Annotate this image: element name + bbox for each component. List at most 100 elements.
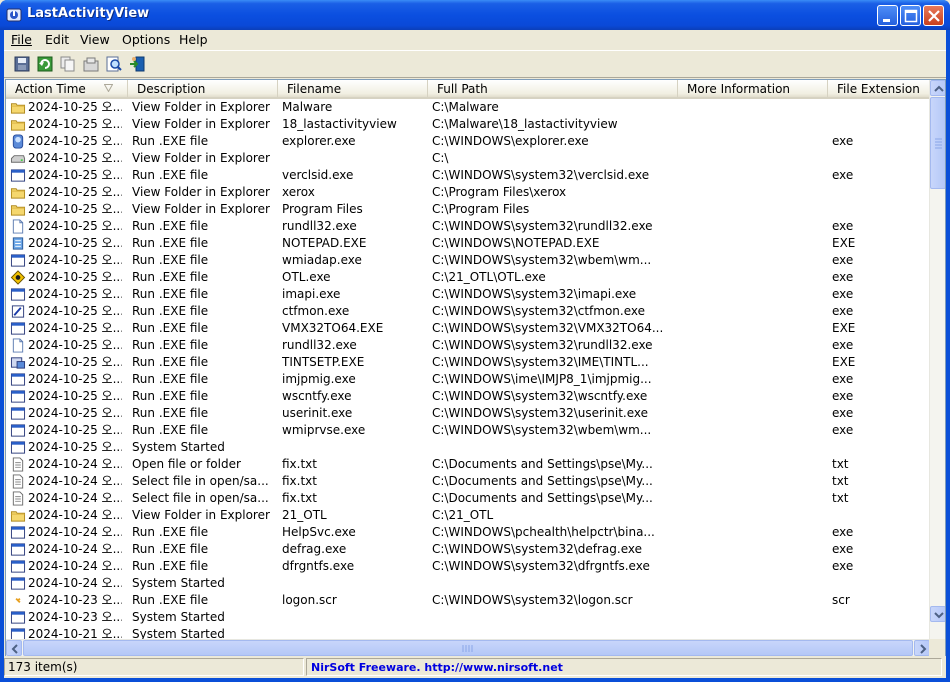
table-row[interactable]: 2024-10-23 오... System Started (6, 609, 931, 626)
cell-action-time: 2024-10-25 오... (28, 372, 122, 386)
table-row[interactable]: 2024-10-24 오... Open file or folder fix.tx… (6, 456, 931, 473)
table-row[interactable]: 2024-10-23 오... Run .EXE file logon.scr C:\… (6, 592, 931, 609)
table-row[interactable]: 2024-10-25 오... Run .EXE file wscntfy.exe C… (6, 388, 931, 405)
window-icon (10, 322, 26, 335)
table-row[interactable]: 2024-10-25 오... Run .EXE file userinit.exe… (6, 405, 931, 422)
window-title: LastActivityView (27, 6, 150, 21)
exit-icon[interactable] (128, 55, 146, 73)
cell-filename: wmiprvse.exe (282, 423, 366, 437)
vertical-scrollbar[interactable] (929, 80, 945, 639)
menu-bar: File Edit View Options Help (4, 30, 946, 50)
cell-description: System Started (132, 610, 225, 624)
vertical-scroll-thumb[interactable] (930, 97, 945, 189)
cell-filename: fix.txt (282, 474, 317, 488)
table-row[interactable]: 2024-10-21 오... System Started (6, 626, 931, 639)
table-row[interactable]: 2024-10-25 오... Run .EXE file explorer.exe… (6, 133, 931, 150)
table-row[interactable]: 2024-10-25 오... Run .EXE file ctfmon.exe C:… (6, 303, 931, 320)
minimize-button[interactable] (877, 5, 898, 26)
horizontal-scrollbar[interactable] (6, 639, 931, 656)
text-icon (12, 491, 24, 506)
folder-icon (10, 120, 26, 131)
table-row[interactable]: 2024-10-25 오... Run .EXE file rundll32.exe… (6, 218, 931, 235)
table-row[interactable]: 2024-10-25 오... Run .EXE file OTL.exe C:\21… (6, 269, 931, 286)
table-row[interactable]: 2024-10-25 오... Run .EXE file wmiprvse.exe… (6, 422, 931, 439)
table-row[interactable]: 2024-10-25 오... View Folder in Explorer 18… (6, 116, 931, 133)
find-icon[interactable] (105, 55, 123, 73)
column-action-time[interactable]: Action Time (6, 80, 128, 97)
window-icon (10, 390, 26, 403)
cell-action-time: 2024-10-25 오... (28, 185, 122, 199)
table-row[interactable]: 2024-10-24 오... System Started (6, 575, 931, 592)
cell-action-time: 2024-10-25 오... (28, 100, 122, 114)
scroll-down-button[interactable] (930, 606, 945, 622)
table-row[interactable]: 2024-10-25 오... Run .EXE file rundll32.exe… (6, 337, 931, 354)
close-button[interactable] (923, 5, 944, 26)
cell-description: View Folder in Explorer (132, 151, 270, 165)
folder-icon (10, 511, 26, 522)
logon-icon (13, 596, 23, 605)
grip-icon (462, 645, 473, 652)
copy-icon[interactable] (59, 55, 77, 73)
cell-action-time: 2024-10-24 오... (28, 525, 122, 539)
menu-options-label: Options (122, 32, 171, 47)
table-row[interactable]: 2024-10-25 오... View Folder in Explorer xe… (6, 184, 931, 201)
cell-action-time: 2024-10-25 오... (28, 219, 122, 233)
table-row[interactable]: 2024-10-25 오... Run .EXE file imjpmig.exe C… (6, 371, 931, 388)
explorer-icon (12, 134, 24, 149)
scroll-right-button[interactable] (914, 640, 930, 656)
column-file-extension-label: File Extension (837, 82, 920, 96)
table-row[interactable]: 2024-10-25 오... Run .EXE file verclsid.exe… (6, 167, 931, 184)
maximize-button[interactable] (900, 5, 921, 26)
column-more-information[interactable]: More Information (678, 80, 828, 97)
cell-description: Select file in open/sa... (132, 474, 269, 488)
menu-file[interactable]: File (11, 32, 32, 47)
menu-options[interactable]: Options (122, 32, 170, 47)
cell-full-path: C:\WINDOWS\system32\wbem\wm... (432, 423, 652, 437)
table-row[interactable]: 2024-10-25 오... View Folder in Explorer Pr… (6, 201, 931, 218)
save-icon[interactable] (13, 55, 31, 73)
cell-description: Run .EXE file (132, 593, 209, 607)
menu-view[interactable]: View (80, 32, 110, 47)
title-bar[interactable]: LastActivityView (0, 0, 950, 30)
table-row[interactable]: 2024-10-25 오... System Started (6, 439, 931, 456)
table-row[interactable]: 2024-10-25 오... View Folder in Explorer Ma… (6, 99, 931, 116)
column-file-extension[interactable]: File Extension (828, 80, 931, 97)
cell-full-path: C:\WINDOWS\system32\wbem\wm... (432, 253, 652, 267)
activity-list[interactable]: Action Time Description Filename Full Pa… (5, 79, 946, 657)
table-row[interactable]: 2024-10-24 오... Select file in open/sa...… (6, 473, 931, 490)
status-item-count: 173 item(s) (4, 658, 304, 676)
status-credit[interactable]: NirSoft Freeware. http://www.nirsoft.net (306, 658, 942, 676)
column-filename[interactable]: Filename (278, 80, 428, 97)
window-icon (10, 288, 26, 301)
table-row[interactable]: 2024-10-24 오... Run .EXE file HelpSvc.exe C… (6, 524, 931, 541)
properties-icon[interactable] (82, 55, 100, 73)
cell-description: View Folder in Explorer (132, 185, 270, 199)
maximize-icon (904, 9, 918, 23)
table-row[interactable]: 2024-10-24 오... Run .EXE file dfrgntfs.exe… (6, 558, 931, 575)
table-row[interactable]: 2024-10-25 오... Run .EXE file TINTSETP.EXE… (6, 354, 931, 371)
table-row[interactable]: 2024-10-24 오... Run .EXE file defrag.exe C:… (6, 541, 931, 558)
cell-file-extension: exe (832, 559, 854, 573)
cell-description: View Folder in Explorer (132, 100, 270, 114)
table-row[interactable]: 2024-10-25 오... Run .EXE file NOTEPAD.EXE C… (6, 235, 931, 252)
table-row[interactable]: 2024-10-25 오... Run .EXE file VMX32TO64.EX… (6, 320, 931, 337)
cell-action-time: 2024-10-23 오... (28, 593, 122, 607)
column-full-path[interactable]: Full Path (428, 80, 678, 97)
table-row[interactable]: 2024-10-25 오... View Folder in Explorer C:… (6, 150, 931, 167)
nirsoft-link[interactable]: NirSoft Freeware. http://www.nirsoft.net (311, 661, 563, 674)
table-row[interactable]: 2024-10-25 오... Run .EXE file wmiadap.exe C… (6, 252, 931, 269)
cell-description: Run .EXE file (132, 236, 209, 250)
column-description[interactable]: Description (128, 80, 278, 97)
cell-description: Run .EXE file (132, 423, 209, 437)
cell-action-time: 2024-10-25 오... (28, 287, 122, 301)
window-icon (10, 373, 26, 386)
scroll-left-button[interactable] (6, 640, 22, 656)
table-row[interactable]: 2024-10-25 오... Run .EXE file imapi.exe C:\… (6, 286, 931, 303)
refresh-icon[interactable] (36, 55, 54, 73)
menu-edit[interactable]: Edit (45, 32, 69, 47)
table-row[interactable]: 2024-10-24 오... Select file in open/sa...… (6, 490, 931, 507)
menu-help[interactable]: Help (179, 32, 208, 47)
table-row[interactable]: 2024-10-24 오... View Folder in Explorer 21… (6, 507, 931, 524)
scroll-up-button[interactable] (930, 80, 945, 96)
horizontal-scroll-thumb[interactable] (23, 640, 913, 656)
